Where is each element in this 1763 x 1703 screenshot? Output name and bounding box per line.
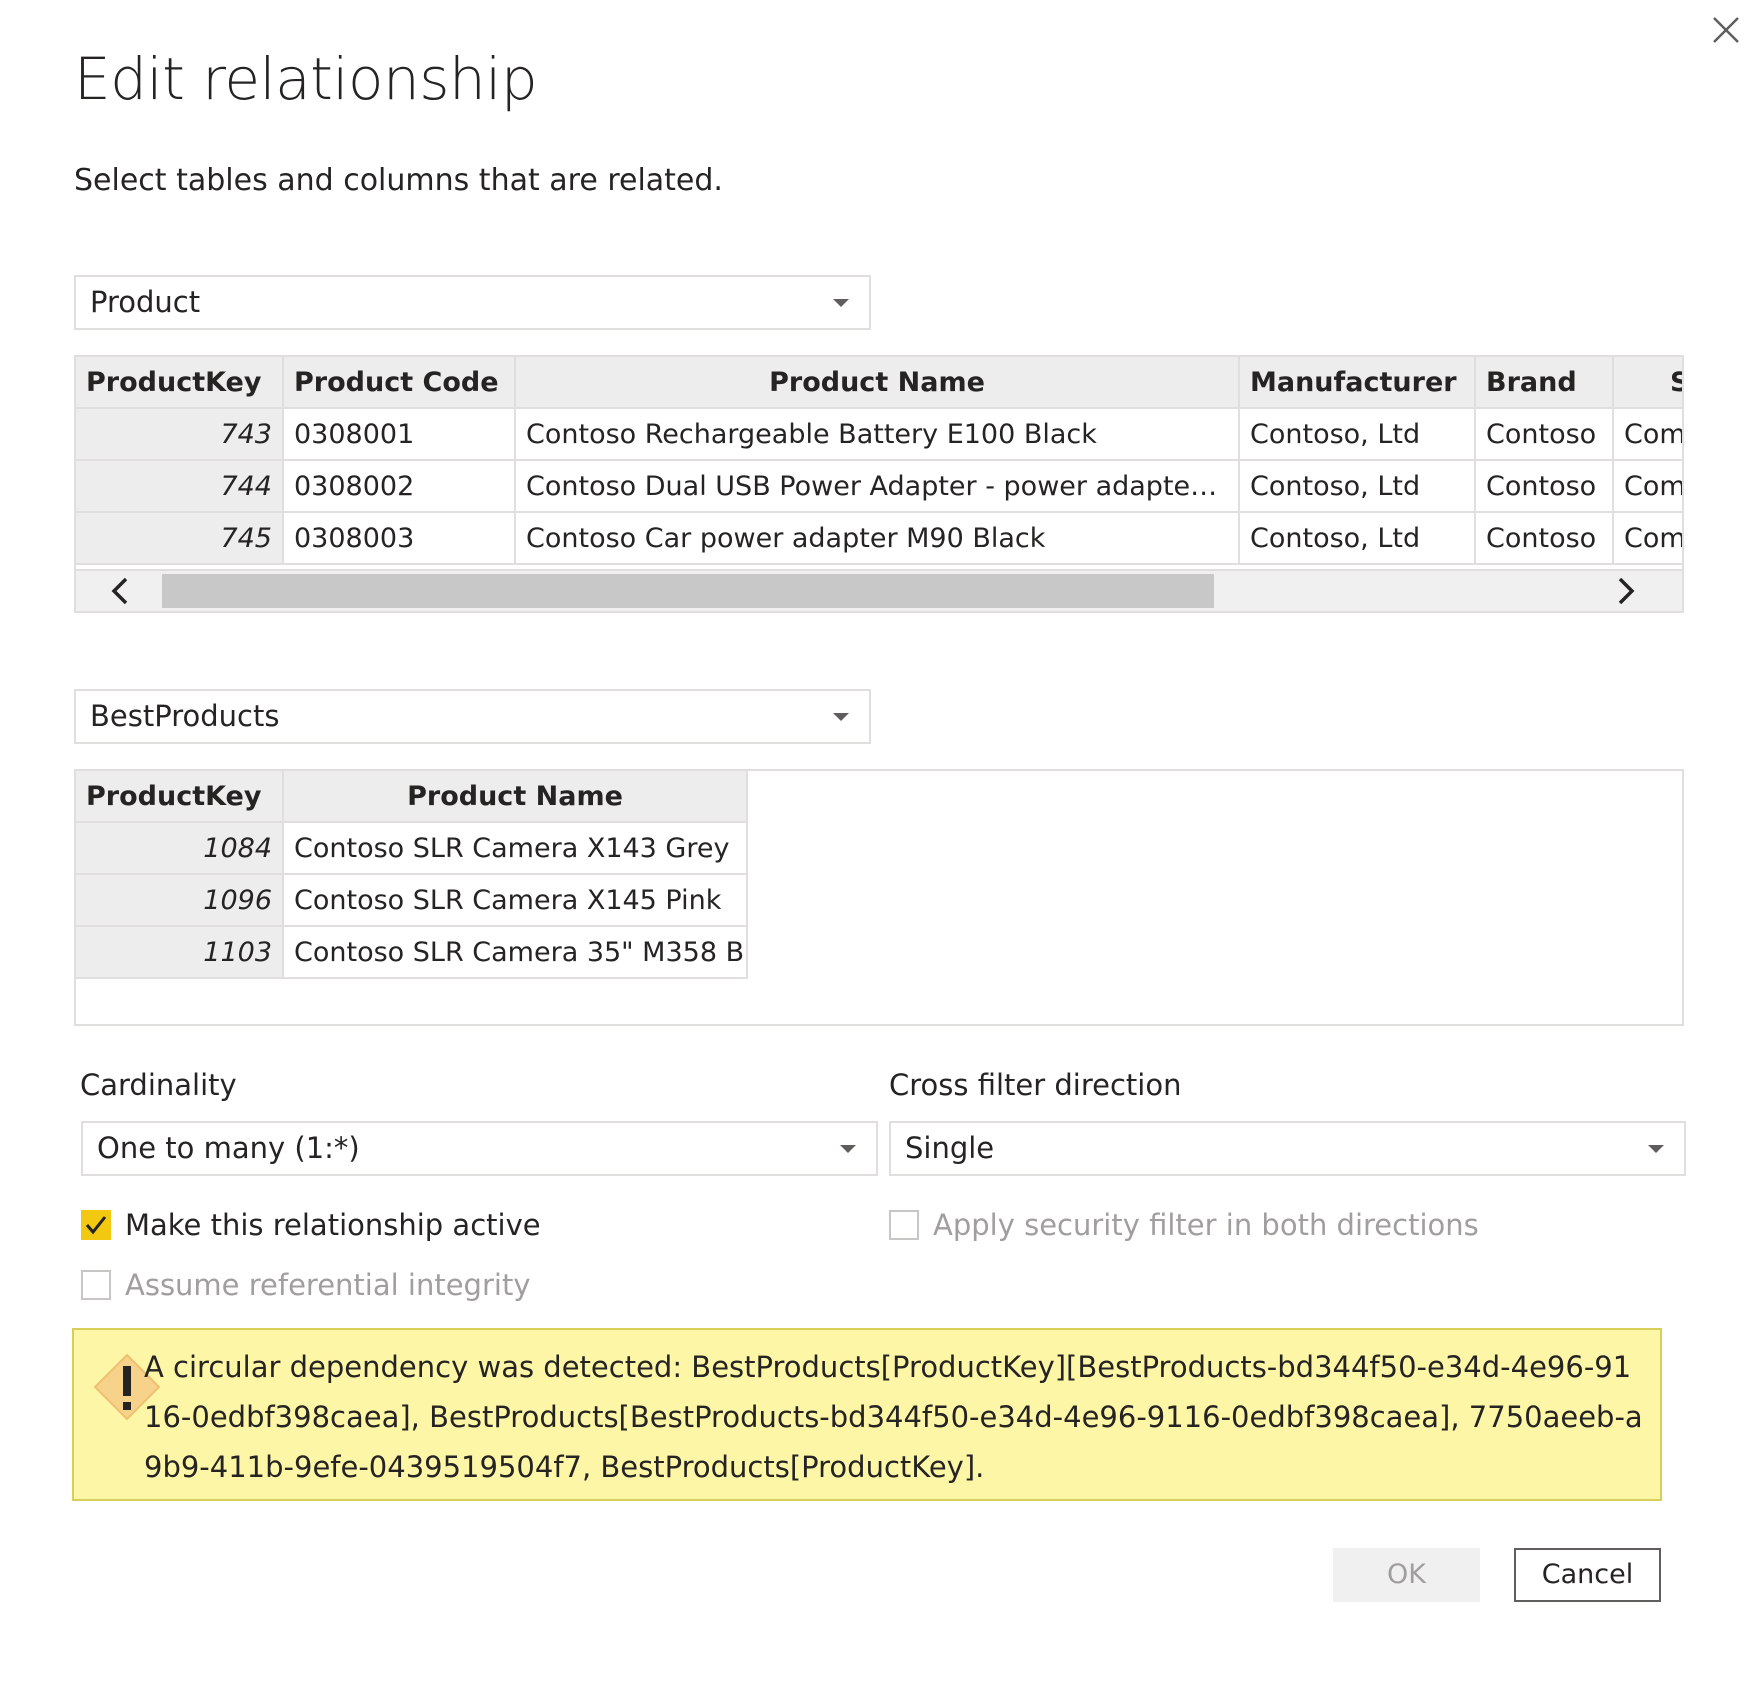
table-cell: Contoso bbox=[1474, 407, 1614, 461]
cardinality-select-value: One to many (1:*) bbox=[97, 1131, 360, 1165]
table1-select[interactable]: Product bbox=[74, 275, 871, 330]
table-cell: 744 bbox=[76, 459, 284, 513]
warning-banner: A circular dependency was detected: Best… bbox=[72, 1328, 1662, 1501]
table-cell: 1103 bbox=[76, 925, 284, 979]
table-cell: 0308003 bbox=[282, 511, 516, 565]
column-header[interactable]: Product Name bbox=[282, 771, 748, 823]
table-cell: Contoso SLR Camera 35" M358 Blue bbox=[282, 925, 748, 979]
cross-filter-select[interactable]: Single bbox=[889, 1121, 1686, 1176]
column-header[interactable]: Product Name bbox=[514, 357, 1240, 409]
table-cell: 743 bbox=[76, 407, 284, 461]
scroll-left-button[interactable] bbox=[90, 571, 150, 611]
table-cell: Com bbox=[1612, 511, 1682, 565]
table1-preview: ProductKey Product Code Product Name Man… bbox=[74, 355, 1684, 613]
checkbox-unchecked[interactable] bbox=[81, 1270, 111, 1300]
table2-preview: ProductKey Product Name 1084 Contoso SLR… bbox=[74, 769, 1684, 1026]
column-header[interactable]: Manufacturer bbox=[1238, 357, 1476, 409]
table-cell: Com bbox=[1612, 459, 1682, 513]
chevron-down-icon bbox=[1648, 1145, 1664, 1153]
table-cell: Contoso SLR Camera X145 Pink bbox=[282, 873, 748, 927]
table-cell: Contoso SLR Camera X143 Grey bbox=[282, 821, 748, 875]
horizontal-scrollbar[interactable] bbox=[76, 569, 1682, 611]
close-button[interactable] bbox=[1706, 10, 1746, 50]
checkbox-label: Assume referential integrity bbox=[125, 1268, 531, 1302]
table1-select-value: Product bbox=[90, 285, 201, 319]
ok-button[interactable]: OK bbox=[1333, 1548, 1480, 1602]
security-filter-checkbox[interactable]: Apply security filter in both directions bbox=[889, 1205, 1479, 1245]
table-cell: 1096 bbox=[76, 873, 284, 927]
table-cell: Contoso, Ltd bbox=[1238, 407, 1476, 461]
chevron-right-icon bbox=[1618, 577, 1635, 605]
table-cell: Contoso bbox=[1474, 459, 1614, 513]
chevron-down-icon bbox=[840, 1145, 856, 1153]
table-cell: 745 bbox=[76, 511, 284, 565]
chevron-down-icon bbox=[833, 713, 849, 721]
column-header[interactable]: Product Code bbox=[282, 357, 516, 409]
checkbox-label: Apply security filter in both directions bbox=[933, 1208, 1479, 1242]
checkmark-icon bbox=[85, 1216, 107, 1235]
close-icon bbox=[1713, 17, 1739, 43]
table-row: 1084 Contoso SLR Camera X143 Grey bbox=[76, 821, 748, 875]
table-cell: Com bbox=[1612, 407, 1682, 461]
table2-header-row: ProductKey Product Name bbox=[76, 771, 748, 823]
table-row: 744 0308002 Contoso Dual USB Power Adapt… bbox=[76, 459, 1682, 513]
cardinality-label: Cardinality bbox=[80, 1068, 237, 1102]
checkbox-label: Make this relationship active bbox=[125, 1208, 541, 1242]
table-cell: Contoso Dual USB Power Adapter - power a… bbox=[514, 459, 1240, 513]
checkbox-checked[interactable] bbox=[81, 1210, 111, 1240]
table2-select-value: BestProducts bbox=[90, 699, 280, 733]
table-cell: 0308001 bbox=[282, 407, 516, 461]
table-row: 1096 Contoso SLR Camera X145 Pink bbox=[76, 873, 748, 927]
table-cell: Contoso Rechargeable Battery E100 Black bbox=[514, 407, 1240, 461]
table-row: 743 0308001 Contoso Rechargeable Battery… bbox=[76, 407, 1682, 461]
cancel-button[interactable]: Cancel bbox=[1514, 1548, 1661, 1602]
table-cell: 0308002 bbox=[282, 459, 516, 513]
table-row: 745 0308003 Contoso Car power adapter M9… bbox=[76, 511, 1682, 565]
table2-select[interactable]: BestProducts bbox=[74, 689, 871, 744]
table-cell: Contoso, Ltd bbox=[1238, 511, 1476, 565]
checkbox-unchecked[interactable] bbox=[889, 1210, 919, 1240]
scroll-right-button[interactable] bbox=[1596, 571, 1656, 611]
column-header[interactable]: ProductKey bbox=[76, 357, 284, 409]
table-row: 1103 Contoso SLR Camera 35" M358 Blue bbox=[76, 925, 748, 979]
referential-integrity-checkbox[interactable]: Assume referential integrity bbox=[81, 1265, 530, 1305]
chevron-left-icon bbox=[111, 577, 128, 605]
column-header[interactable]: ProductKey bbox=[76, 771, 284, 823]
cross-filter-label: Cross filter direction bbox=[889, 1068, 1182, 1102]
table-cell: Contoso, Ltd bbox=[1238, 459, 1476, 513]
column-header[interactable]: S bbox=[1612, 357, 1682, 409]
table-cell: Contoso Car power adapter M90 Black bbox=[514, 511, 1240, 565]
active-relationship-checkbox[interactable]: Make this relationship active bbox=[81, 1205, 541, 1245]
table1-header-row: ProductKey Product Code Product Name Man… bbox=[76, 357, 1682, 409]
scrollbar-thumb[interactable] bbox=[162, 574, 1214, 608]
dialog-title: Edit relationship bbox=[74, 45, 538, 113]
warning-message: A circular dependency was detected: Best… bbox=[144, 1350, 1643, 1484]
cross-filter-select-value: Single bbox=[905, 1131, 995, 1165]
dialog-subtitle: Select tables and columns that are relat… bbox=[74, 163, 723, 198]
chevron-down-icon bbox=[833, 299, 849, 307]
table-cell: 1084 bbox=[76, 821, 284, 875]
column-header[interactable]: Brand bbox=[1474, 357, 1614, 409]
table-cell: Contoso bbox=[1474, 511, 1614, 565]
cardinality-select[interactable]: One to many (1:*) bbox=[81, 1121, 878, 1176]
